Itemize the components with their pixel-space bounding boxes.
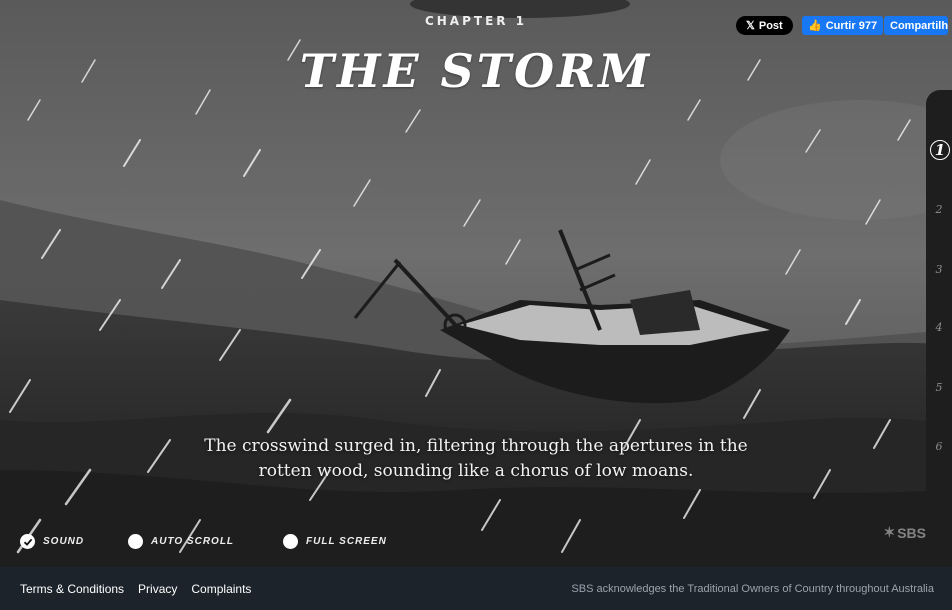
footer-link-complaints[interactable]: Complaints bbox=[191, 582, 251, 596]
facebook-like-label: Curtir 977 bbox=[825, 19, 878, 32]
auto-scroll-toggle[interactable]: AUTO SCROLL bbox=[128, 534, 234, 549]
chapter-navigation: 1 2 3 4 5 6 bbox=[926, 90, 952, 520]
checkmark-icon bbox=[20, 534, 35, 549]
footer-acknowledgement: SBS acknowledges the Traditional Owners … bbox=[571, 582, 934, 595]
thumbs-up-icon: 👍 bbox=[808, 20, 822, 32]
story-stage: CHAPTER 1 THE STORM 𝕏 Post 👍 Curtir 977 … bbox=[0, 0, 952, 567]
full-screen-label: FULL SCREEN bbox=[306, 536, 387, 547]
footer-links: Terms & Conditions Privacy Complaints bbox=[0, 582, 251, 596]
sbs-logo-icon: ✶ bbox=[883, 524, 896, 540]
auto-scroll-label: AUTO SCROLL bbox=[151, 536, 235, 547]
chapter-nav-item-5[interactable]: 5 bbox=[926, 381, 952, 394]
sound-toggle[interactable]: SOUND bbox=[20, 534, 84, 549]
facebook-like-button[interactable]: 👍 Curtir 977 bbox=[802, 16, 884, 35]
facebook-share-label: Compartilhar bbox=[890, 19, 948, 32]
playback-controls: SOUND AUTO SCROLL FULL SCREEN bbox=[20, 534, 952, 554]
sbs-watermark-text: SBS bbox=[897, 524, 926, 541]
chapter-nav-item-3[interactable]: 3 bbox=[926, 263, 952, 276]
x-post-button[interactable]: 𝕏 Post bbox=[736, 16, 793, 35]
toggle-circle-icon bbox=[283, 534, 298, 549]
facebook-share-button[interactable]: Compartilhar bbox=[884, 16, 948, 35]
x-logo-icon: 𝕏 bbox=[746, 20, 755, 32]
narration-text: The crosswind surged in, filtering throu… bbox=[204, 436, 748, 481]
footer-link-terms[interactable]: Terms & Conditions bbox=[20, 582, 124, 596]
x-post-label: Post bbox=[758, 19, 783, 32]
chapter-nav-item-2[interactable]: 2 bbox=[926, 203, 952, 216]
full-screen-toggle[interactable]: FULL SCREEN bbox=[283, 534, 387, 549]
chapter-nav-item-6[interactable]: 6 bbox=[926, 440, 952, 453]
footer-link-privacy[interactable]: Privacy bbox=[138, 582, 177, 596]
chapter-title: THE STORM bbox=[299, 44, 653, 98]
site-footer: Terms & Conditions Privacy Complaints SB… bbox=[0, 567, 952, 610]
sound-label: SOUND bbox=[43, 536, 85, 547]
chapter-nav-item-4[interactable]: 4 bbox=[926, 321, 952, 334]
sbs-watermark: ✶ SBS bbox=[883, 524, 926, 541]
toggle-circle-icon bbox=[128, 534, 143, 549]
chapter-nav-item-1[interactable]: 1 bbox=[930, 140, 950, 160]
